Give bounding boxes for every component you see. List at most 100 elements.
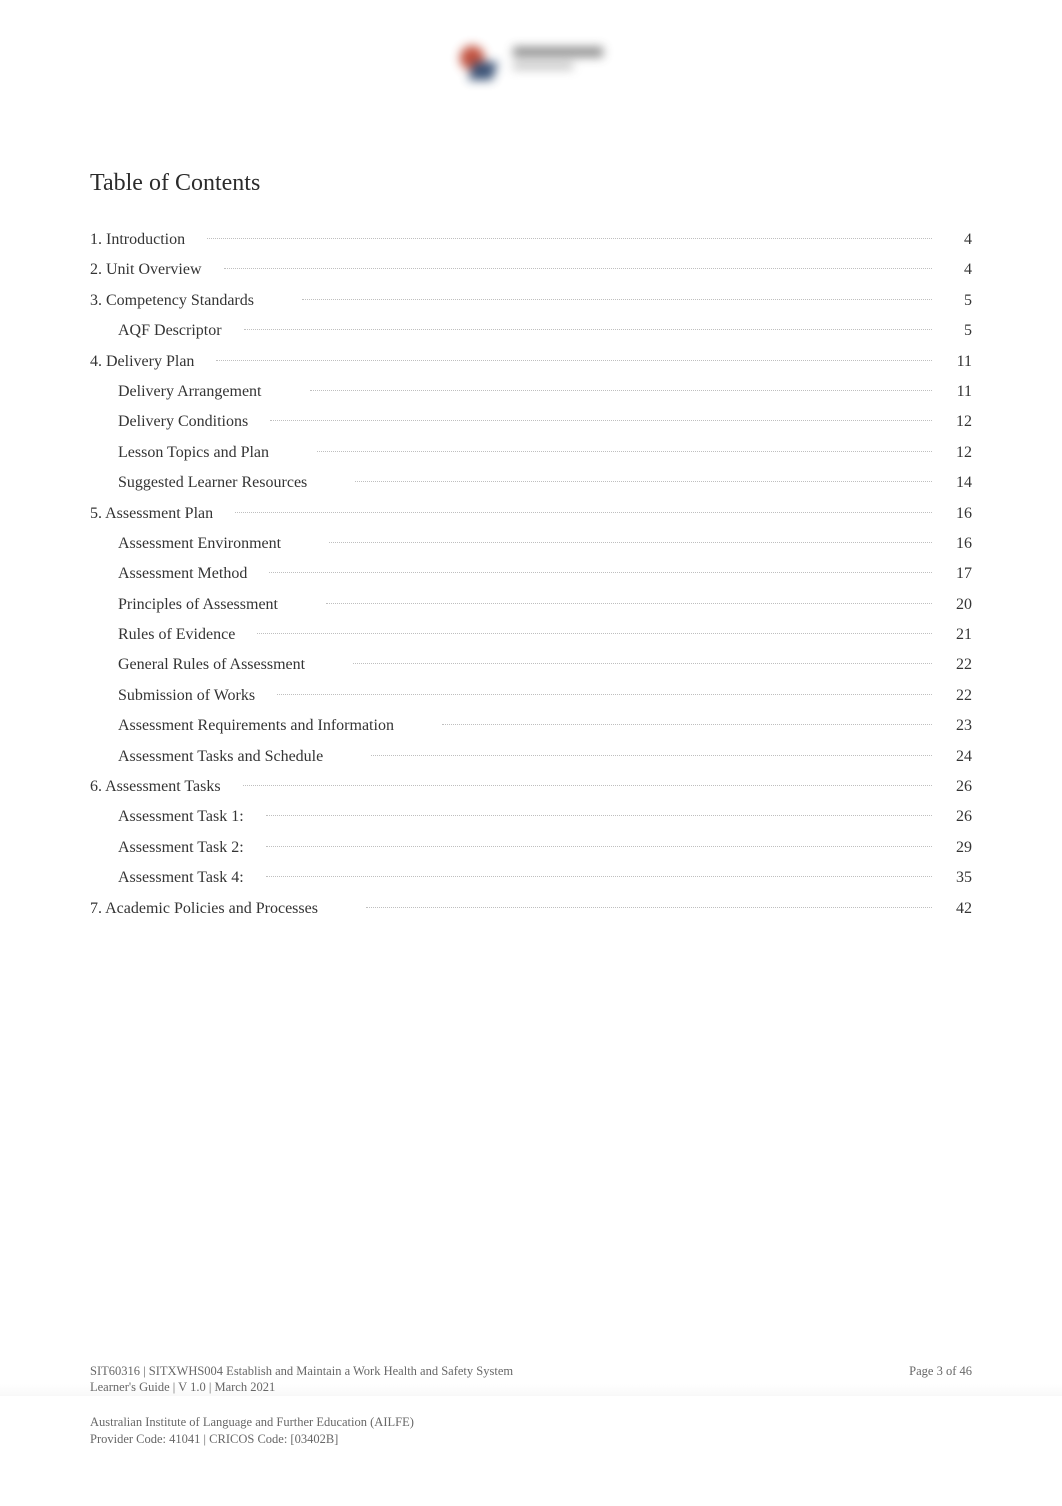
toc-entry: General Rules of Assessment 22 [90,650,972,680]
toc-entry-label: Assessment Requirements and Information [90,711,394,741]
toc-entry: Delivery Arrangement 11 [90,377,972,407]
toc-entry: Assessment Requirements and Information … [90,711,972,741]
toc-entry-label: Lesson Topics and Plan [90,438,269,468]
toc-entry-label: Delivery Arrangement [90,377,262,407]
toc-entry-label: Rules of Evidence [90,620,235,650]
toc-leader [257,633,932,634]
footer-page-number: Page 3 of 46 [909,1363,972,1380]
toc-entry: 6. Assessment Tasks 26 [90,772,972,802]
toc-entry-page: 11 [946,377,972,407]
toc-entry-page: 14 [946,468,972,498]
toc-leader [224,268,932,269]
toc-leader [329,542,932,543]
toc-leader [355,481,932,482]
toc-entry-label: Assessment Method [90,559,247,589]
table-of-contents: 1. Introduction 4 2. Unit Overview 4 3. … [90,225,972,924]
toc-entry: 7. Academic Policies and Processes 42 [90,894,972,924]
toc-entry-page: 42 [946,894,972,924]
footer-org-line1: Australian Institute of Language and Fur… [90,1414,972,1431]
toc-entry-page: 11 [946,347,972,377]
toc-entry: Assessment Task 1: 26 [90,802,972,832]
toc-entry-label: Assessment Environment [90,529,281,559]
toc-leader [442,724,932,725]
toc-entry-page: 20 [946,590,972,620]
toc-leader [317,451,932,452]
toc-entry-label: Submission of Works [90,681,255,711]
footer-doc-ref-line1: SIT60316 | SITXWHS004 Establish and Main… [90,1363,513,1380]
footer-org: Australian Institute of Language and Fur… [90,1414,972,1448]
toc-entry-page: 24 [946,742,972,772]
toc-entry-label: Principles of Assessment [90,590,278,620]
toc-entry-page: 12 [946,407,972,437]
toc-entry: 2. Unit Overview 4 [90,255,972,285]
toc-entry: Assessment Method 17 [90,559,972,589]
toc-entry-page: 23 [946,711,972,741]
toc-entry-label: Assessment Tasks and Schedule [90,742,323,772]
toc-entry: 3. Competency Standards 5 [90,286,972,316]
toc-entry-label: Assessment Task 2: [90,833,244,863]
toc-leader [243,785,932,786]
toc-entry: Suggested Learner Resources 14 [90,468,972,498]
page-footer: SIT60316 | SITXWHS004 Establish and Main… [90,1363,972,1449]
document-page: Table of Contents 1. Introduction 4 2. U… [0,0,1062,1506]
toc-entry-label: 3. Competency Standards [90,286,254,316]
toc-entry-page: 5 [946,316,972,346]
footer-top-row: SIT60316 | SITXWHS004 Establish and Main… [90,1363,972,1397]
toc-leader [353,663,932,664]
toc-leader [277,694,932,695]
toc-entry-label: 2. Unit Overview [90,255,202,285]
toc-entry: Rules of Evidence 21 [90,620,972,650]
toc-entry-page: 26 [946,772,972,802]
toc-leader [270,420,932,421]
toc-entry: 4. Delivery Plan 11 [90,347,972,377]
toc-entry: 1. Introduction 4 [90,225,972,255]
toc-leader [366,907,932,908]
toc-entry: Assessment Task 2: 29 [90,833,972,863]
toc-leader [310,390,933,391]
toc-entry-page: 16 [946,529,972,559]
toc-entry: AQF Descriptor 5 [90,316,972,346]
toc-leader [266,876,932,877]
toc-leader [269,572,932,573]
toc-entry-label: Suggested Learner Resources [90,468,307,498]
toc-entry-label: AQF Descriptor [90,316,222,346]
toc-entry-label: General Rules of Assessment [90,650,305,680]
toc-leader [266,815,932,816]
toc-entry: Assessment Task 4: 35 [90,863,972,893]
toc-entry-page: 16 [946,499,972,529]
toc-leader [326,603,932,604]
toc-entry-label: Assessment Task 4: [90,863,244,893]
toc-entry-label: Delivery Conditions [90,407,248,437]
toc-entry-page: 26 [946,802,972,832]
toc-entry-page: 35 [946,863,972,893]
toc-entry-label: 5. Assessment Plan [90,499,213,529]
toc-entry-label: Assessment Task 1: [90,802,244,832]
toc-entry-page: 29 [946,833,972,863]
toc-entry-label: 7. Academic Policies and Processes [90,894,318,924]
toc-entry-page: 12 [946,438,972,468]
toc-entry-page: 4 [946,255,972,285]
toc-entry: Principles of Assessment 20 [90,590,972,620]
toc-entry-label: 6. Assessment Tasks [90,772,221,802]
toc-entry-label: 4. Delivery Plan [90,347,194,377]
toc-leader [207,238,932,239]
toc-entry: 5. Assessment Plan 16 [90,499,972,529]
header-logo [459,40,603,80]
toc-entry-page: 17 [946,559,972,589]
toc-entry: Assessment Environment 16 [90,529,972,559]
footer-org-line2: Provider Code: 41041 | CRICOS Code: [034… [90,1431,972,1448]
toc-leader [235,512,932,513]
toc-entry-page: 22 [946,650,972,680]
toc-entry-label: 1. Introduction [90,225,185,255]
footer-doc-ref-line2: Learner's Guide | V 1.0 | March 2021 [90,1379,513,1396]
toc-entry-page: 22 [946,681,972,711]
toc-entry-page: 21 [946,620,972,650]
toc-leader [266,846,932,847]
toc-entry-page: 5 [946,286,972,316]
toc-entry: Assessment Tasks and Schedule 24 [90,742,972,772]
footer-doc-ref: SIT60316 | SITXWHS004 Establish and Main… [90,1363,513,1397]
toc-leader [371,755,932,756]
toc-entry: Lesson Topics and Plan 12 [90,438,972,468]
toc-entry-page: 4 [946,225,972,255]
toc-leader [244,329,932,330]
